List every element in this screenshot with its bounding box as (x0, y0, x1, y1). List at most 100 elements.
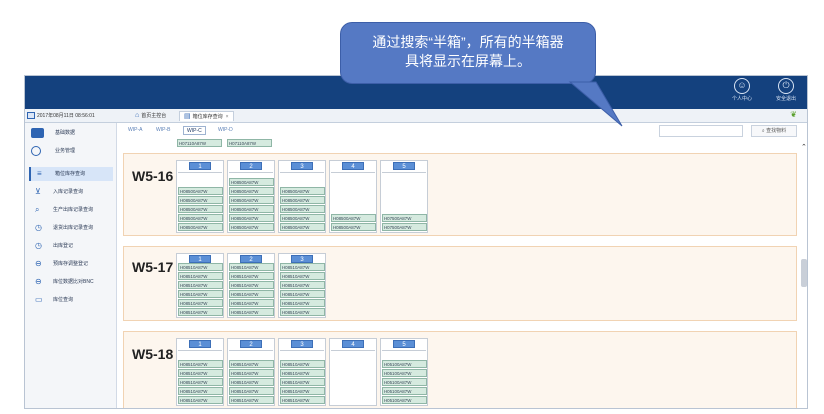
sidebar-item-stock-adjust[interactable]: ⊖ 预库存调整登记 (29, 257, 113, 271)
bin-box[interactable]: 4 H08500A87W H08500A87W (329, 160, 377, 233)
bin-box[interactable]: 5 H07500A87W H07500A87W (380, 160, 428, 233)
material-label[interactable]: H07500A87W (382, 223, 427, 231)
bin-box[interactable]: 2 H08510A87W H08510A87W H08510A87W H08510A87… (227, 253, 275, 318)
material-label[interactable]: H08510A87W (178, 378, 223, 386)
material-label[interactable]: H05100A87W (382, 360, 427, 368)
material-label[interactable]: H08500A87W (331, 223, 376, 231)
bin-box[interactable]: 3 H08500A87W H08500A87W H08500A87W H08500A87… (278, 160, 326, 233)
material-label[interactable]: H05100A87W (382, 378, 427, 386)
subtab-wip-a[interactable]: WIP-A (125, 126, 145, 135)
search-icon: ⌕ (35, 205, 40, 214)
material-label[interactable]: H08510A87W (229, 308, 274, 316)
material-label[interactable]: H08510A87W (280, 360, 325, 368)
material-label[interactable]: H08500A87W (178, 187, 223, 195)
material-label[interactable]: H08500A87W (178, 196, 223, 204)
material-label[interactable]: H08510A87W (280, 308, 325, 316)
material-label[interactable]: H05100A87W (382, 387, 427, 395)
page-icon: ▤ (184, 113, 191, 120)
sidebar-item-return-outbound[interactable]: ◷ 退货出库记录查询 (29, 221, 113, 235)
bin-box[interactable]: 1 H08510A87W H08510A87W H08510A87W H08510A87… (176, 338, 224, 406)
material-label[interactable]: H08510A87W (280, 387, 325, 395)
material-label[interactable]: H08510A87W (229, 387, 274, 395)
material-label[interactable]: H08510A87W (178, 299, 223, 307)
material-label[interactable]: H08510A87W (280, 272, 325, 280)
material-label[interactable]: H08510A87W (280, 396, 325, 404)
sidebar-item-business[interactable]: 业务管理 (25, 143, 117, 159)
user-center-button[interactable]: ☺ 个人中心 (725, 78, 759, 108)
subtab-wip-b[interactable]: WIP-B (153, 126, 173, 135)
material-label[interactable]: H08500A87W (178, 214, 223, 222)
material-label[interactable]: H08510A87W (178, 387, 223, 395)
sidebar-item-location-compare[interactable]: ⊖ 库位数据比对BNC (29, 275, 113, 289)
bin-box[interactable]: 4 (329, 338, 377, 406)
material-label[interactable]: H08500A87W (280, 205, 325, 213)
material-label[interactable]: H07110A87W (227, 139, 272, 147)
material-label[interactable]: H08510A87W (229, 396, 274, 404)
logout-button[interactable]: ⏻ 安全退出 (769, 78, 803, 108)
material-label[interactable]: H08500A87W (229, 178, 274, 186)
material-label[interactable]: H07500A87W (382, 214, 427, 222)
scroll-up-icon[interactable]: ⌃ (801, 143, 807, 151)
material-label[interactable]: H08510A87W (178, 263, 223, 271)
material-label[interactable]: H08510A87W (229, 272, 274, 280)
sidebar-item-inbound-query[interactable]: ⊻ 入库记录查询 (29, 185, 113, 199)
bin-box[interactable]: 1 H08500A87W H08500A87W H08500A87W H08500A87… (176, 160, 224, 233)
material-label[interactable]: H08500A87W (280, 214, 325, 222)
material-label[interactable]: H08510A87W (178, 360, 223, 368)
material-label[interactable]: H08510A87W (280, 263, 325, 271)
sidebar-item-outbound-register[interactable]: ◷ 出库登记 (29, 239, 113, 253)
bin-box[interactable]: 1 H08510A87W H08510A87W H08510A87W H08510A87… (176, 253, 224, 318)
vertical-scrollbar[interactable]: ⌃ (801, 143, 807, 408)
bin-box[interactable]: 3 H08510A87W H08510A87W H08510A87W H08510A87… (278, 253, 326, 318)
material-label[interactable]: H08500A87W (331, 214, 376, 222)
search-input[interactable] (659, 125, 743, 137)
material-label[interactable]: H08510A87W (280, 290, 325, 298)
material-label[interactable]: H08510A87W (280, 299, 325, 307)
sidebar-item-basic-data[interactable]: 基础数据 (25, 125, 117, 141)
subtab-wip-c[interactable]: WIP-C (183, 126, 206, 135)
material-label[interactable]: H08510A87W (229, 369, 274, 377)
material-label[interactable]: H08510A87W (178, 290, 223, 298)
material-label[interactable]: H08510A87W (280, 378, 325, 386)
search-material-button[interactable]: ⌕ 查找物料 (751, 125, 797, 137)
bin-box[interactable]: 5 H05100A87W H05100A87W H05100A87W H05100A87… (380, 338, 428, 406)
tab-home[interactable]: ⌂ 首页主控台 (135, 111, 166, 121)
material-label[interactable]: H05100A87W (382, 369, 427, 377)
bin-box[interactable]: 2 H08500A87W H08500A87W H08500A87W H08500A87… (227, 160, 275, 233)
material-label[interactable]: H08500A87W (280, 187, 325, 195)
material-label[interactable]: H08510A87W (280, 369, 325, 377)
bin-box[interactable]: 3 H08510A87W H08510A87W H08510A87W H08510A87… (278, 338, 326, 406)
material-label[interactable]: H08510A87W (229, 360, 274, 368)
sidebar-item-location-query[interactable]: ▭ 库位查询 (29, 293, 113, 307)
material-label[interactable]: H08500A87W (280, 196, 325, 204)
material-label[interactable]: H08510A87W (229, 290, 274, 298)
material-label[interactable]: H08510A87W (229, 299, 274, 307)
material-label[interactable]: H08510A87W (178, 308, 223, 316)
sidebar-item-production-outbound[interactable]: ⌕ 生产出库记录查询 (29, 203, 113, 217)
material-label[interactable]: H08500A87W (229, 196, 274, 204)
material-label[interactable]: H08510A87W (229, 281, 274, 289)
tab-inventory-query[interactable]: ▤ 箱位库存查询 × (179, 111, 234, 121)
material-label[interactable]: H08510A87W (229, 263, 274, 271)
material-label[interactable]: H08500A87W (229, 187, 274, 195)
leaf-icon[interactable]: ❦ (790, 110, 797, 119)
material-label[interactable]: H08500A87W (178, 223, 223, 231)
material-label[interactable]: H08500A87W (229, 223, 274, 231)
bin-box[interactable]: 2 H08510A87W H08510A87W H08510A87W H08510A87… (227, 338, 275, 406)
material-label[interactable]: H08510A87W (178, 272, 223, 280)
sidebar-item-inventory-query[interactable]: ≡ 箱位库存查询 (29, 167, 113, 181)
material-label[interactable]: H08500A87W (229, 214, 274, 222)
material-label[interactable]: H07110A87W (177, 139, 222, 147)
material-label[interactable]: H08500A87W (280, 223, 325, 231)
close-tab-icon[interactable]: × (226, 114, 229, 120)
material-label[interactable]: H08510A87W (178, 281, 223, 289)
material-label[interactable]: H08500A87W (229, 205, 274, 213)
material-label[interactable]: H08510A87W (229, 378, 274, 386)
scrollbar-thumb[interactable] (801, 259, 807, 287)
subtab-wip-d[interactable]: WIP-D (215, 126, 236, 135)
material-label[interactable]: H05100A87W (382, 396, 427, 404)
material-label[interactable]: H08510A87W (178, 369, 223, 377)
material-label[interactable]: H08500A87W (178, 205, 223, 213)
material-label[interactable]: H08510A87W (280, 281, 325, 289)
material-label[interactable]: H08510A87W (178, 396, 223, 404)
